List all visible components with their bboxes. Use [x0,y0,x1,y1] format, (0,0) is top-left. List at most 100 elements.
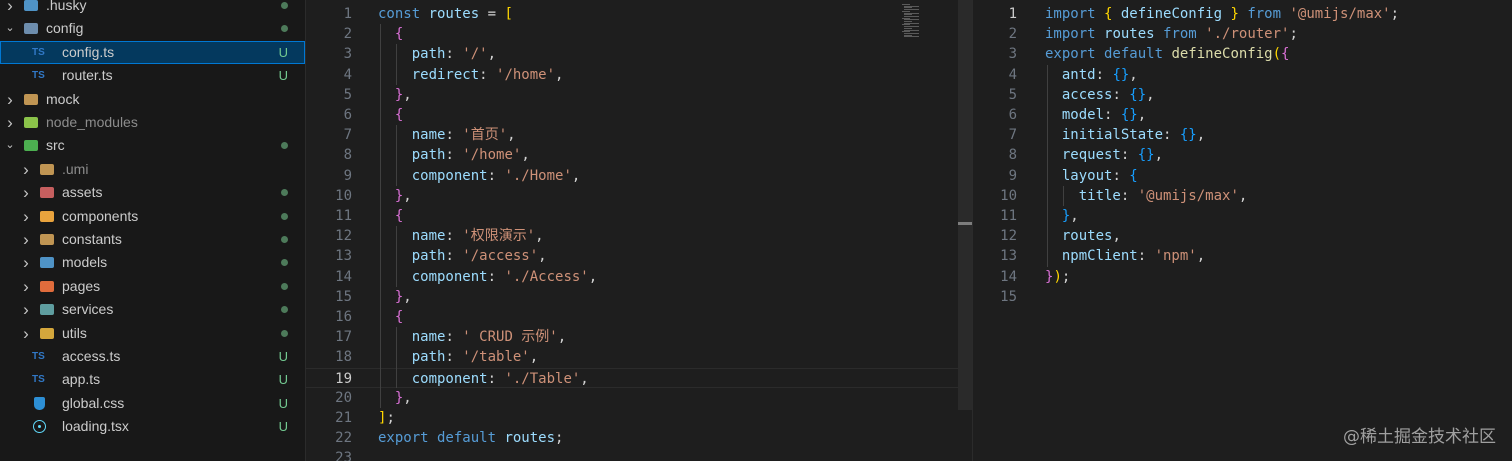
code-token: redirect [411,66,480,83]
chevron-right-icon[interactable]: › [2,111,18,134]
explorer-item-global-css[interactable]: global.css U [0,392,305,415]
code-token: { [1281,46,1290,63]
code-token: {} [1179,127,1197,144]
editor-scrollbar[interactable] [958,0,972,410]
code-line: 17 name: ' CRUD 示例', [306,327,958,347]
code-token: initialState [1061,127,1164,144]
explorer-item-config[interactable]: ⌄ config [0,17,305,40]
code-text: }, [1045,206,1079,226]
code-token: : [1120,187,1138,204]
scrollbar-thumb[interactable] [958,222,972,225]
code-line: 15 }, [306,287,958,307]
components-folder-icon [40,210,54,222]
chevron-right-icon[interactable]: › [18,158,34,181]
code-token: , [557,329,567,346]
code-token: , [1129,66,1138,83]
chevron-down-icon[interactable]: ⌄ [2,17,18,40]
code-token: title [1078,187,1121,204]
explorer-item-components[interactable]: › components [0,205,305,228]
code-line: 3 path: '/', [306,44,958,64]
explorer-item-access-ts[interactable]: TS access.ts U [0,345,305,368]
explorer-item-husky[interactable]: › .husky [0,0,305,17]
code-token: , [555,66,564,83]
explorer-item-services[interactable]: › services [0,298,305,321]
code-token: : [1095,66,1113,83]
code-line: 5 access: {}, [973,85,1512,105]
code-token: , [487,46,497,63]
git-modified-dot [281,25,288,33]
minimap-line [904,36,919,38]
code-token: {} [1137,147,1155,164]
chevron-right-icon[interactable]: › [18,181,34,204]
code-token: : [445,349,463,366]
typescript-icon: TS [32,374,45,386]
explorer-item-models[interactable]: › models [0,251,305,274]
explorer-item-pages[interactable]: › pages [0,275,305,298]
chevron-right-icon[interactable]: › [18,251,34,274]
code-line: 4 redirect: '/home', [306,65,958,85]
code-text: { [378,206,403,226]
code-text: { [378,307,403,327]
code-text: }, [378,388,412,408]
code-token: : [479,66,497,83]
code-token: = [479,6,505,22]
chevron-right-icon[interactable]: › [2,0,18,17]
code-token: : [445,127,463,144]
line-number: 16 [335,309,352,325]
code-token: , [521,147,530,164]
code-text: }, [378,287,412,307]
chevron-right-icon[interactable]: › [2,88,18,111]
indent-guide [380,24,381,408]
explorer-item-umi[interactable]: › .umi [0,158,305,181]
code-token: , [571,167,581,184]
explorer-item-constants[interactable]: › constants [0,228,305,251]
line-number: 7 [1008,127,1017,144]
editor-config-ts[interactable]: 1 import { defineConfig } from '@umijs/ma… [973,0,1512,461]
src-folder-icon [24,140,38,152]
line-number: 10 [1000,187,1017,204]
explorer-item-node-modules[interactable]: › node_modules [0,111,305,134]
code-token: { [1104,6,1121,22]
git-modified-dot [281,282,288,290]
explorer-item-router-ts[interactable]: TS router.ts U [0,64,305,87]
explorer-item-assets[interactable]: › assets [0,181,305,204]
git-untracked-badge: U [278,395,288,411]
code-line: 6 model: {}, [973,105,1512,125]
code-line: 1 const routes = [ [306,4,958,24]
explorer-item-utils[interactable]: › utils [0,322,305,345]
git-modified-dot [281,189,288,197]
config-folder-icon [24,23,38,35]
react-icon [33,420,46,434]
code-token: : [445,329,463,346]
minimap[interactable] [900,0,940,40]
chevron-right-icon[interactable]: › [18,275,34,298]
explorer-item-mock[interactable]: › mock [0,88,305,111]
explorer-item-loading-tsx[interactable]: loading.tsx U [0,415,305,438]
husky-folder-icon [24,0,38,11]
code-token: , [1137,107,1147,123]
code-line: 7 name: '首页', [306,125,958,145]
code-token: 'npm' [1154,248,1197,265]
line-number: 6 [343,107,352,123]
explorer-item-app-ts[interactable]: TS app.ts U [0,368,305,391]
code-line: 18 path: '/table', [306,347,958,367]
code-line: 16 { [306,307,958,327]
chevron-down-icon[interactable]: ⌄ [2,134,18,157]
chevron-right-icon[interactable]: › [18,322,34,345]
code-token: path [411,147,446,164]
chevron-right-icon[interactable]: › [18,205,34,228]
line-number: 17 [335,329,352,346]
explorer-item-config-ts[interactable]: TS config.ts U [0,40,305,64]
explorer-item-src[interactable]: ⌄ src [0,134,305,157]
chevron-right-icon[interactable]: › [18,228,34,251]
line-number: 12 [335,228,352,245]
code-token: access [1061,86,1113,103]
code-token: , [507,127,516,144]
code-text: access: {}, [1045,85,1155,105]
constants-folder-icon [40,234,54,245]
chevron-right-icon[interactable]: › [18,298,34,321]
editor-router-ts[interactable]: 1 const routes = [2 {3 path: '/', 4 redire… [306,0,958,461]
code-token: : [1112,86,1130,103]
